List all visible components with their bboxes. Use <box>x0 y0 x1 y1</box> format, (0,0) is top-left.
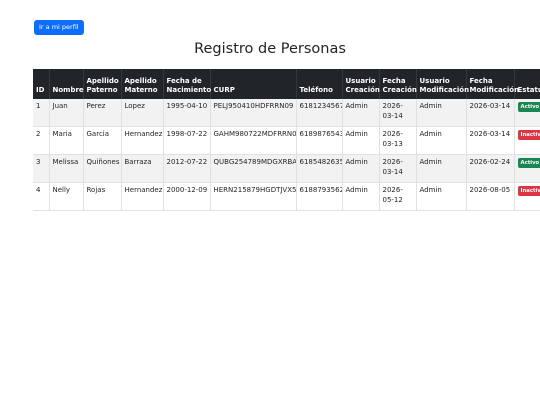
cell-apellido-materno: Hernandez <box>121 126 164 155</box>
cell-apellido-paterno: Garcia <box>83 126 122 155</box>
column-header-fecha-nacimiento: Fecha de Nacimiento <box>163 69 211 99</box>
cell-usuario-creacion: Admin <box>342 126 380 155</box>
cell-curp: HERN215879HGDTJVX5 <box>210 182 297 211</box>
cell-fecha-creacion: 2026-05-12 <box>379 182 417 211</box>
cell-usuario-modificacion: Admin <box>416 182 467 211</box>
cell-telefono: 6189876543 <box>296 126 343 155</box>
cell-fecha-nacimiento: 2012-07-22 <box>163 154 211 183</box>
cell-fecha-modificacion: 2026-02-24 <box>466 154 515 183</box>
table-row: 3 Melissa Quiñones Barraza 2012-07-22 QU… <box>33 154 540 183</box>
status-badge: Inactivo <box>517 130 540 140</box>
table-row: 4 Nelly Rojas Hernandez 2000-12-09 HERN2… <box>33 182 540 211</box>
cell-fecha-modificacion: 2026-03-14 <box>466 99 515 127</box>
cell-estatus: Inactivo <box>514 182 540 211</box>
cell-telefono: 6181234567 <box>296 99 343 127</box>
cell-id: 3 <box>33 154 50 183</box>
cell-usuario-creacion: Admin <box>342 99 380 127</box>
cell-fecha-modificacion: 2026-03-14 <box>466 126 515 155</box>
cell-usuario-modificacion: Admin <box>416 99 467 127</box>
cell-estatus: Inactivo <box>514 126 540 155</box>
cell-fecha-modificacion: 2026-08-05 <box>466 182 515 211</box>
cell-usuario-creacion: Admin <box>342 154 380 183</box>
column-header-usuario-creacion: Usuario Creación <box>342 69 380 99</box>
column-header-fecha-creacion: Fecha Creación <box>379 69 417 99</box>
cell-fecha-nacimiento: 1995-04-10 <box>163 99 211 127</box>
page-title: Registro de Personas <box>194 41 346 57</box>
cell-usuario-creacion: Admin <box>342 182 380 211</box>
cell-curp: GAHM980722MDFRRN03 <box>210 126 297 155</box>
status-badge: Inactivo <box>517 186 540 196</box>
cell-apellido-paterno: Perez <box>83 99 122 127</box>
cell-fecha-nacimiento: 1998-07-22 <box>163 126 211 155</box>
table-header-row: ID Nombre Apellido Paterno Apellido Mate… <box>33 69 540 99</box>
status-badge: Activo <box>517 102 540 112</box>
cell-fecha-creacion: 2026-03-14 <box>379 154 417 183</box>
cell-apellido-materno: Hernandez <box>121 182 164 211</box>
cell-fecha-creacion: 2026-03-13 <box>379 126 417 155</box>
column-header-telefono: Teléfono <box>296 69 343 99</box>
cell-telefono: 6185482635 <box>296 154 343 183</box>
column-header-fecha-modificacion: Fecha Modificación <box>466 69 519 99</box>
column-header-estatus: Estatus <box>514 69 540 99</box>
cell-estatus: Activo <box>514 99 540 127</box>
column-header-apellido-paterno: Apellido Paterno <box>83 69 122 99</box>
cell-apellido-materno: Lopez <box>121 99 164 127</box>
cell-apellido-materno: Barraza <box>121 154 164 183</box>
cell-curp: QUBG254789MDGXRBA8 <box>210 154 297 183</box>
column-header-nombre: Nombre <box>49 69 84 99</box>
cell-fecha-nacimiento: 2000-12-09 <box>163 182 211 211</box>
column-header-curp: CURP <box>210 69 297 99</box>
column-header-apellido-materno: Apellido Materno <box>121 69 164 99</box>
cell-nombre: Juan <box>49 99 84 127</box>
cell-curp: PELJ950410HDFRRN09 <box>210 99 297 127</box>
cell-nombre: Maria <box>49 126 84 155</box>
cell-nombre: Nelly <box>49 182 84 211</box>
cell-apellido-paterno: Rojas <box>83 182 122 211</box>
cell-id: 4 <box>33 182 50 211</box>
cell-id: 2 <box>33 126 50 155</box>
table-row: 1 Juan Perez Lopez 1995-04-10 PELJ950410… <box>33 99 540 127</box>
cell-telefono: 6188793562 <box>296 182 343 211</box>
cell-id: 1 <box>33 99 50 127</box>
cell-apellido-paterno: Quiñones <box>83 154 122 183</box>
table-row: 2 Maria Garcia Hernandez 1998-07-22 GAHM… <box>33 126 540 155</box>
column-header-id: ID <box>33 69 50 99</box>
cell-nombre: Melissa <box>49 154 84 183</box>
status-badge: Activo <box>517 158 540 168</box>
cell-usuario-modificacion: Admin <box>416 126 467 155</box>
cell-fecha-creacion: 2026-03-14 <box>379 99 417 127</box>
cell-estatus: Activo <box>514 154 540 183</box>
profile-button[interactable]: Ir a mi perfil <box>34 20 84 35</box>
column-header-usuario-modificacion: Usuario Modificación <box>416 69 469 99</box>
people-table: ID Nombre Apellido Paterno Apellido Mate… <box>33 69 540 211</box>
cell-usuario-modificacion: Admin <box>416 154 467 183</box>
